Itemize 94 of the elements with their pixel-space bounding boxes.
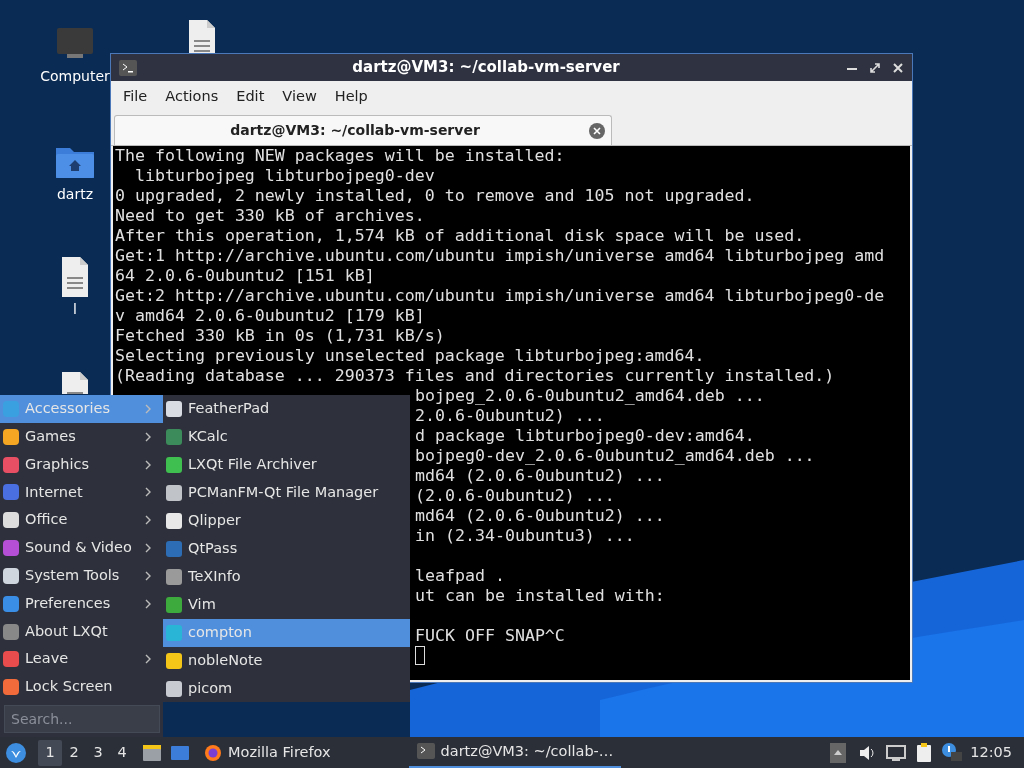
terminal-line: Get:1 http://archive.ubuntu.com/ubuntu impish/universe amd64 libturbojpeg amd xyxy=(115,246,885,265)
menu-item[interactable]: PCManFM-Qt File Manager xyxy=(163,479,410,507)
menu-item[interactable]: FeatherPad xyxy=(163,395,410,423)
tab-title: dartz@VM3: ~/collab-vm-server xyxy=(229,121,481,140)
terminal-line: Need to get 330 kB of archives. xyxy=(115,206,425,225)
terminal-line: libturbojpeg libturbojpeg0-dev xyxy=(133,166,435,185)
app-icon xyxy=(2,427,20,446)
terminal-line: (Reading database ... 290373 files and directories currently installed.) xyxy=(115,366,835,385)
menu-category[interactable]: System Tools xyxy=(0,561,163,590)
menu-item[interactable]: nobleNote xyxy=(163,647,410,675)
file-icon xyxy=(62,372,88,394)
app-icon xyxy=(165,540,183,558)
app-icon xyxy=(2,511,20,530)
terminal-line: The following NEW packages will be installed: xyxy=(115,146,565,165)
menu-category[interactable]: Lock Screen xyxy=(0,673,163,702)
file-icon xyxy=(62,257,88,297)
terminal-line: Get:2 http://archive.ubuntu.com/ubuntu impish/universe amd64 libturbojpeg0-de xyxy=(115,286,885,305)
menu-item[interactable]: Actions xyxy=(159,86,231,108)
menu-item[interactable]: Qlipper xyxy=(163,507,410,535)
app-icon xyxy=(165,484,183,502)
menu-item[interactable]: picom xyxy=(163,675,410,703)
terminal-line: ut can be installed with: xyxy=(415,586,665,605)
menu-item[interactable]: Help xyxy=(328,86,380,108)
desktop-switcher-button[interactable]: 2 xyxy=(62,739,86,766)
app-icon xyxy=(165,568,183,586)
app-icon xyxy=(165,652,183,670)
menu-item[interactable]: Edit xyxy=(230,86,277,108)
menu-item[interactable]: KCalc xyxy=(163,423,410,451)
app-icon xyxy=(165,624,183,642)
menu-item[interactable]: Vim xyxy=(163,591,410,619)
app-icon xyxy=(2,483,20,502)
terminal-icon xyxy=(119,59,137,76)
app-icon xyxy=(2,566,20,585)
icon-label: l xyxy=(73,300,77,319)
menu-category[interactable]: Leave xyxy=(0,645,163,674)
app-icon xyxy=(2,678,20,697)
app-icon xyxy=(2,650,20,669)
app-icon xyxy=(165,512,183,530)
menu-category[interactable]: Graphics xyxy=(0,450,163,479)
terminal-tab[interactable]: dartz@VM3: ~/collab-vm-server xyxy=(114,115,612,145)
terminal-line: in (2.34-0ubuntu3) ... xyxy=(415,526,635,545)
menu-category[interactable]: About LXQt xyxy=(0,617,163,646)
terminal-line: After this operation, 1,574 kB of additional disk space will be used. xyxy=(115,226,805,245)
terminal-icon xyxy=(416,742,435,761)
terminal-line: bojpeg_2.0.6-0ubuntu2_amd64.deb ... xyxy=(415,386,765,405)
terminal-line: (2.0.6-0ubuntu2) ... xyxy=(415,486,615,505)
menu-category[interactable]: Games xyxy=(0,422,163,451)
app-icon xyxy=(2,622,20,641)
window-title: dartz@VM3: ~/collab-vm-server xyxy=(351,57,621,79)
terminal-line: leafpad . xyxy=(415,566,505,585)
terminal-line: 64 2.0.6-0ubuntu2 [151 kB] xyxy=(115,266,375,285)
terminal-line: 2.0.6-0ubuntu2) ... xyxy=(415,406,605,425)
icon-label: dartz xyxy=(56,185,94,204)
menu-item[interactable]: TeXInfo xyxy=(163,563,410,591)
terminal-line: md64 (2.0.6-0ubuntu2) ... xyxy=(415,466,665,485)
clock: 12:05 xyxy=(970,742,1012,762)
terminal-line: Selecting previously unselected package libturbojpeg:amd64. xyxy=(115,346,705,365)
terminal-line: bojpeg0-dev_2.0.6-0ubuntu2_amd64.deb ... xyxy=(415,446,815,465)
search-field[interactable]: Search... xyxy=(4,705,160,733)
terminal-line: Fetched 330 kB in 0s (1,731 kB/s) xyxy=(115,326,445,345)
desktop-switcher-button[interactable]: 1 xyxy=(38,739,62,766)
terminal-line: 0 upgraded, 2 newly installed, 0 to remove and 105 not upgraded. xyxy=(115,186,755,205)
taskbar-task[interactable]: Mozilla Firefox xyxy=(196,737,339,768)
app-icon xyxy=(165,680,183,698)
terminal-line: v amd64 2.0.6-0ubuntu2 [179 kB] xyxy=(115,306,425,325)
text-cursor xyxy=(415,646,425,665)
start-menu-icon[interactable] xyxy=(6,742,26,763)
maximize-icon[interactable] xyxy=(869,61,881,74)
browser-icon xyxy=(204,743,222,762)
taskbar-task[interactable]: dartz@VM3: ~/collab-… xyxy=(408,737,622,768)
desktop-switcher-button[interactable]: 3 xyxy=(86,739,110,766)
terminal-line: md64 (2.0.6-0ubuntu2) ... xyxy=(415,506,665,525)
close-icon[interactable] xyxy=(892,61,904,74)
menu-category[interactable]: Preferences xyxy=(0,589,163,618)
app-icon xyxy=(2,455,20,474)
menu-item[interactable]: File xyxy=(117,86,160,108)
menu-item[interactable]: View xyxy=(276,86,329,108)
terminal-line: FUCK OFF SNAP^C xyxy=(415,626,565,645)
app-icon xyxy=(165,596,183,614)
menu-category[interactable]: Internet xyxy=(0,478,163,507)
app-icon xyxy=(165,456,183,474)
desktop-switcher-button[interactable]: 4 xyxy=(110,739,134,766)
menu-item[interactable]: LXQt File Archiver xyxy=(163,451,410,479)
close-tab-icon[interactable] xyxy=(589,122,605,139)
menu-category[interactable]: Office xyxy=(0,506,163,535)
app-icon xyxy=(2,539,20,558)
app-icon xyxy=(165,428,183,446)
terminal-line: d package libturbojpeg0-dev:amd64. xyxy=(415,426,755,445)
app-icon xyxy=(165,400,183,418)
menu-item[interactable]: QtPass xyxy=(163,535,410,563)
menu-category[interactable]: Sound & Video xyxy=(0,534,163,562)
file-manager-icon[interactable] xyxy=(142,742,162,763)
app-icon xyxy=(2,594,20,613)
icon-label: Computer xyxy=(40,67,110,86)
